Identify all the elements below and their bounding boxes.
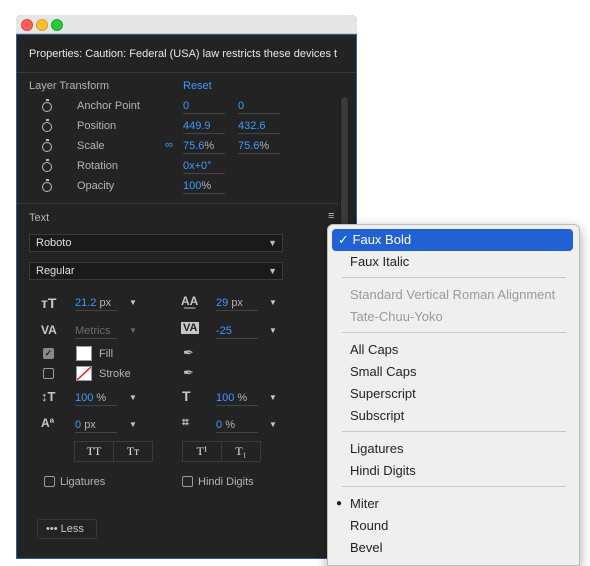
- checkmark-icon: ✓: [338, 232, 349, 247]
- font-style-dropdown[interactable]: Regular ▼: [29, 262, 283, 280]
- scale-label: Scale: [77, 140, 105, 152]
- subscript-button[interactable]: T₁: [221, 441, 261, 462]
- stroke-color-swatch[interactable]: [76, 366, 92, 381]
- vertical-scale-field[interactable]: 100 %: [75, 392, 117, 406]
- rotation-label: Rotation: [77, 160, 118, 172]
- superscript-button[interactable]: T¹: [182, 441, 222, 462]
- menu-item-round[interactable]: Round: [332, 515, 573, 537]
- font-family-dropdown[interactable]: Roboto ▼: [29, 234, 283, 252]
- close-window-button[interactable]: [21, 19, 33, 31]
- small-caps-button[interactable]: Tт: [113, 441, 153, 462]
- menu-separator: [342, 277, 566, 278]
- menu-item-standard-vertical-roman-alignment: Standard Vertical Roman Alignment: [350, 287, 556, 302]
- all-caps-button[interactable]: TT: [74, 441, 114, 462]
- stopwatch-icon[interactable]: [42, 179, 52, 192]
- menu-item-superscript[interactable]: Superscript: [332, 383, 573, 405]
- baseline-shift-dropdown-icon[interactable]: ▼: [129, 420, 137, 429]
- stopwatch-icon[interactable]: [42, 139, 52, 152]
- panel-title: Properties: Caution: Federal (USA) law r…: [29, 48, 337, 60]
- horizontal-scale-dropdown-icon[interactable]: ▼: [269, 393, 277, 402]
- properties-window: Properties: Caution: Federal (USA) law r…: [16, 15, 357, 559]
- horizontal-scale-icon: T: [182, 388, 191, 404]
- no-color-slash-icon: [77, 367, 91, 380]
- fill-label: Fill: [99, 348, 114, 360]
- link-icon[interactable]: ∞: [165, 139, 173, 151]
- hindi-digits-label: Hindi Digits: [198, 476, 254, 488]
- divider: [17, 72, 356, 73]
- minimize-window-button[interactable]: [36, 19, 48, 31]
- menu-item-subscript[interactable]: Subscript: [332, 405, 573, 427]
- ligatures-checkbox[interactable]: [44, 476, 55, 487]
- stopwatch-icon[interactable]: [42, 99, 52, 112]
- hindi-digits-checkbox[interactable]: [182, 476, 193, 487]
- panel-menu-icon[interactable]: ≡: [328, 210, 334, 222]
- eyedropper-icon[interactable]: ✒: [183, 345, 194, 361]
- menu-item-bevel[interactable]: Bevel: [332, 537, 573, 559]
- menu-item-hindi-digits[interactable]: Hindi Digits: [332, 460, 573, 482]
- leading-icon: A͟A: [181, 294, 199, 308]
- opacity-field[interactable]: 100%: [183, 180, 225, 194]
- tsume-icon: ⌗: [182, 415, 189, 429]
- properties-panel: Properties: Caution: Federal (USA) law r…: [16, 34, 357, 559]
- rotation-field[interactable]: 0x+0°: [183, 160, 225, 174]
- position-label: Position: [77, 120, 117, 132]
- leading-field[interactable]: 29 px: [216, 297, 258, 311]
- less-button[interactable]: ••• Less: [37, 519, 97, 539]
- menu-item-all-caps[interactable]: All Caps: [332, 339, 573, 361]
- menu-item-small-caps[interactable]: Small Caps: [332, 361, 573, 383]
- font-size-field[interactable]: 21.2 px: [75, 297, 117, 311]
- tracking-field[interactable]: -25: [216, 325, 258, 339]
- stroke-checkbox[interactable]: [43, 368, 54, 379]
- scale-x-field[interactable]: 75.6%: [183, 140, 225, 154]
- kerning-dropdown-icon[interactable]: ▼: [129, 326, 137, 335]
- fill-color-swatch[interactable]: [76, 346, 92, 361]
- opacity-label: Opacity: [77, 180, 115, 192]
- font-size-icon: ᴛT: [41, 295, 57, 311]
- leading-dropdown-icon[interactable]: ▼: [269, 298, 277, 307]
- anchor-point-x-field[interactable]: 0: [183, 100, 225, 114]
- text-options-menu: ✓ Faux Bold Faux Italic Standard Vertica…: [327, 224, 580, 566]
- position-y-field[interactable]: 432.6: [238, 120, 280, 134]
- tsume-dropdown-icon[interactable]: ▼: [269, 420, 277, 429]
- kerning-field[interactable]: Metrics: [75, 325, 117, 339]
- chevron-down-icon: ▼: [268, 238, 277, 248]
- stroke-label: Stroke: [99, 368, 131, 380]
- menu-item-miter[interactable]: Miter: [332, 493, 573, 515]
- position-x-field[interactable]: 449.9: [183, 120, 225, 134]
- menu-item-tate-chuu-yoko: Tate-Chuu-Yoko: [350, 309, 443, 324]
- horizontal-scale-field[interactable]: 100 %: [216, 392, 258, 406]
- baseline-shift-field[interactable]: 0 px: [75, 419, 117, 433]
- stopwatch-icon[interactable]: [42, 119, 52, 132]
- layer-transform-heading: Layer Transform: [29, 80, 110, 92]
- anchor-point-label: Anchor Point: [77, 100, 140, 112]
- chevron-down-icon: ▼: [268, 266, 277, 276]
- tracking-dropdown-icon[interactable]: ▼: [269, 326, 277, 335]
- stopwatch-icon[interactable]: [42, 159, 52, 172]
- menu-separator: [342, 332, 566, 333]
- reset-link[interactable]: Reset: [183, 80, 212, 92]
- zoom-window-button[interactable]: [51, 19, 63, 31]
- scale-y-field[interactable]: 75.6%: [238, 140, 280, 154]
- tracking-icon: VA: [181, 322, 200, 334]
- text-heading: Text: [29, 212, 50, 224]
- tsume-field[interactable]: 0 %: [216, 419, 258, 433]
- anchor-point-y-field[interactable]: 0: [238, 100, 280, 114]
- baseline-shift-icon: Aª: [41, 416, 55, 430]
- fill-checkbox[interactable]: ✓: [43, 348, 54, 359]
- vertical-scale-icon: ↕T: [41, 389, 56, 404]
- menu-item-ligatures[interactable]: Ligatures: [332, 438, 573, 460]
- menu-separator: [342, 486, 566, 487]
- menu-item-faux-italic[interactable]: Faux Italic: [332, 251, 573, 273]
- kerning-icon: VA: [41, 323, 57, 337]
- menu-item-faux-bold[interactable]: ✓ Faux Bold: [332, 229, 573, 251]
- menu-separator: [342, 431, 566, 432]
- font-size-dropdown-icon[interactable]: ▼: [129, 298, 137, 307]
- title-bar: [16, 15, 357, 34]
- ligatures-label: Ligatures: [60, 476, 106, 488]
- vertical-scale-dropdown-icon[interactable]: ▼: [129, 393, 137, 402]
- divider: [17, 203, 338, 204]
- eyedropper-icon[interactable]: ✒: [183, 365, 194, 381]
